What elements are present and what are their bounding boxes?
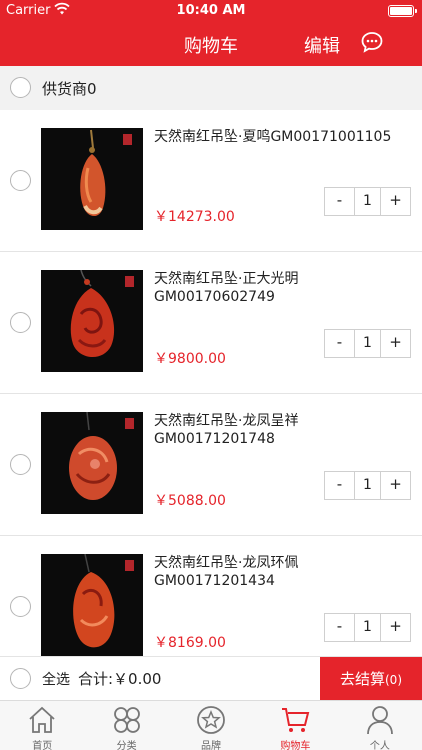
checkout-count: (0) — [385, 673, 402, 687]
user-icon — [366, 706, 393, 735]
tab-label: 个人 — [369, 741, 390, 750]
decrease-button[interactable]: - — [325, 330, 354, 357]
decrease-button[interactable]: - — [325, 472, 354, 499]
supplier-select-radio[interactable] — [10, 77, 31, 98]
cart-item: 天然南红吊坠·龙凤环佩GM00171201434 ￥8169.00 - 1 + — [0, 536, 422, 656]
top-bar: Carrier 10:40 AM 购物车 编辑 — [0, 0, 422, 66]
tab-profile[interactable]: 个人 — [338, 701, 422, 750]
total-amount: 合计:￥0.00 — [78, 670, 162, 688]
cart-icon — [282, 708, 310, 732]
quantity-value[interactable]: 1 — [354, 330, 381, 357]
product-price: ￥9800.00 — [154, 351, 226, 367]
product-price: ￥14273.00 — [154, 209, 235, 225]
product-image[interactable] — [41, 128, 143, 230]
quantity-stepper: - 1 + — [324, 187, 411, 216]
checkout-button[interactable]: 去结算(0) — [320, 657, 422, 701]
battery-icon — [388, 5, 417, 17]
tab-cart[interactable]: 购物车 — [253, 701, 337, 750]
checkout-bar: 全选 合计:￥0.00 去结算(0) — [0, 656, 422, 701]
category-icon — [113, 707, 140, 733]
item-select-radio[interactable] — [10, 170, 31, 191]
product-name[interactable]: 天然南红吊坠·龙凤呈祥GM00171201748 — [154, 412, 414, 448]
supplier-label: 供货商0 — [42, 80, 97, 98]
quantity-stepper: - 1 + — [324, 471, 411, 500]
select-all-radio[interactable] — [10, 668, 31, 689]
chat-bubble-icon[interactable] — [360, 30, 384, 54]
increase-button[interactable]: + — [381, 472, 410, 499]
item-select-radio[interactable] — [10, 454, 31, 475]
brand-star-icon — [197, 706, 225, 734]
quantity-stepper: - 1 + — [324, 329, 411, 358]
quantity-stepper: - 1 + — [324, 613, 411, 642]
product-name[interactable]: 天然南红吊坠·龙凤环佩GM00171201434 — [154, 554, 414, 590]
cart-item: 天然南红吊坠·夏鸣GM00171001105 ￥14273.00 - 1 + — [0, 110, 422, 252]
item-select-radio[interactable] — [10, 596, 31, 617]
tab-label: 分类 — [116, 741, 137, 750]
tab-category[interactable]: 分类 — [84, 701, 168, 750]
home-icon — [29, 706, 55, 733]
tab-brand[interactable]: 品牌 — [169, 701, 253, 750]
product-price: ￥5088.00 — [154, 493, 226, 509]
page-title: 购物车 — [184, 36, 238, 57]
quantity-value[interactable]: 1 — [354, 188, 381, 215]
decrease-button[interactable]: - — [325, 188, 354, 215]
tab-label: 品牌 — [201, 741, 222, 750]
edit-button[interactable]: 编辑 — [304, 32, 340, 58]
checkout-button-label: 去结算 — [339, 670, 385, 688]
cart-item: 天然南红吊坠·龙凤呈祥GM00171201748 ￥5088.00 - 1 + — [0, 394, 422, 536]
product-name[interactable]: 天然南红吊坠·夏鸣GM00171001105 — [154, 128, 414, 146]
tab-bar: 首页 分类 品牌 购物车 个人 — [0, 700, 422, 750]
tab-label: 首页 — [32, 741, 53, 750]
quantity-value[interactable]: 1 — [354, 614, 381, 641]
status-time: 10:40 AM — [176, 3, 246, 18]
cart-item: 天然南红吊坠·正大光明GM00170602749 ￥9800.00 - 1 + — [0, 252, 422, 394]
status-bar: Carrier 10:40 AM — [0, 0, 422, 22]
product-name[interactable]: 天然南红吊坠·正大光明GM00170602749 — [154, 270, 414, 306]
product-price: ￥8169.00 — [154, 635, 226, 651]
tab-home[interactable]: 首页 — [0, 701, 84, 750]
increase-button[interactable]: + — [381, 330, 410, 357]
increase-button[interactable]: + — [381, 614, 410, 641]
product-image[interactable] — [41, 554, 143, 656]
select-all-label[interactable]: 全选 — [42, 669, 70, 689]
item-select-radio[interactable] — [10, 312, 31, 333]
product-image[interactable] — [41, 270, 143, 372]
decrease-button[interactable]: - — [325, 614, 354, 641]
quantity-value[interactable]: 1 — [354, 472, 381, 499]
increase-button[interactable]: + — [381, 188, 410, 215]
supplier-row: 供货商0 — [0, 66, 422, 110]
tab-label: 购物车 — [280, 741, 311, 750]
product-image[interactable] — [41, 412, 143, 514]
